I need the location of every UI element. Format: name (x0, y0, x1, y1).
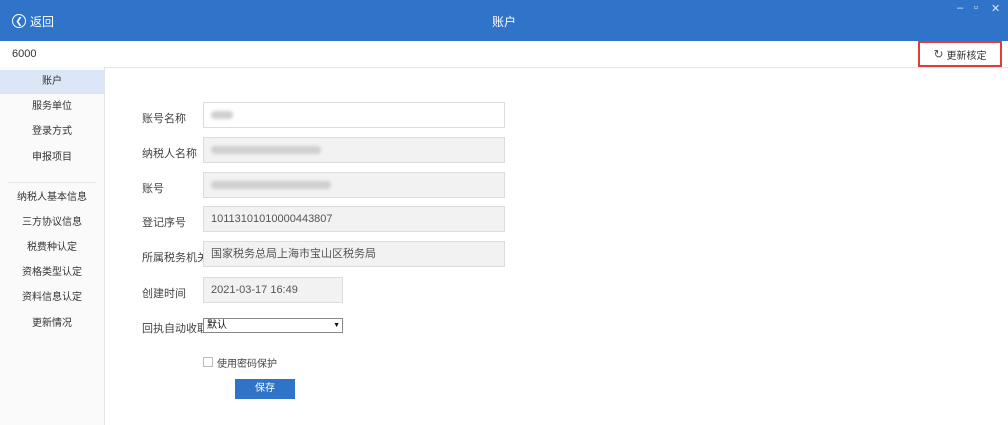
sidebar-item-service-unit[interactable]: 服务单位 (0, 95, 104, 119)
taxpayer-name-field (203, 137, 505, 163)
minimize-button[interactable]: – (957, 2, 963, 14)
account-name-label: 账号名称 (142, 113, 186, 125)
save-button[interactable]: 保存 (235, 379, 295, 399)
sidebar-item-document-info[interactable]: 资料信息认定 (0, 286, 104, 310)
redacted-text (211, 111, 233, 120)
password-protection-checkbox[interactable] (203, 357, 213, 367)
password-protection-label: 使用密码保护 (217, 359, 277, 370)
sidebar-item-filing-items[interactable]: 申报项目 (0, 146, 104, 170)
sidebar-divider (8, 182, 96, 183)
sidebar-item-account[interactable]: 账户 (0, 70, 104, 94)
close-button[interactable]: ✕ (991, 2, 1000, 15)
update-approval-button[interactable]: ↻ 更新核定 (918, 41, 1002, 67)
registration-no-field: 10113101010000443807 (203, 206, 505, 232)
created-time-field: 2021-03-17 16:49 (203, 277, 343, 303)
sidebar: 账户 服务单位 登录方式 申报项目 纳税人基本信息 三方协议信息 税费种认定 资… (0, 67, 105, 425)
redacted-text (211, 146, 321, 155)
taxpayer-name-label: 纳税人名称 (142, 148, 197, 160)
update-approval-label: 更新核定 (946, 50, 987, 62)
account-number-label: 账号 (142, 183, 164, 195)
auto-receipt-label: 回执自动收取 (142, 323, 208, 335)
restore-button[interactable]: ▫ (974, 2, 978, 14)
account-id: 6000 (12, 48, 37, 60)
chevron-down-icon: ▼ (333, 322, 340, 329)
window-title: 账户 (491, 15, 516, 29)
sidebar-item-taxpayer-info[interactable]: 纳税人基本信息 (0, 186, 104, 210)
account-number-field (203, 172, 505, 198)
tax-office-field: 国家税务总局上海市宝山区税务局 (203, 241, 505, 267)
redacted-text (211, 181, 331, 190)
auto-receipt-value: 默认 (207, 320, 227, 331)
title-bar: ❮ 返回 账户 – ▫ ✕ (0, 0, 1008, 41)
account-name-field[interactable] (203, 102, 505, 128)
sidebar-item-login-method[interactable]: 登录方式 (0, 120, 104, 144)
sidebar-item-update-status[interactable]: 更新情况 (0, 312, 104, 336)
registration-no-label: 登记序号 (142, 217, 186, 229)
refresh-icon: ↻ (933, 47, 944, 61)
sub-bar: 6000 (0, 41, 1008, 68)
sidebar-item-tax-type[interactable]: 税费种认定 (0, 236, 104, 260)
auto-receipt-select[interactable]: 默认 ▼ (203, 318, 343, 333)
sidebar-item-tripartite-agreement[interactable]: 三方协议信息 (0, 211, 104, 235)
sidebar-item-qualification-type[interactable]: 资格类型认定 (0, 261, 104, 285)
created-time-label: 创建时间 (142, 288, 186, 300)
tax-office-label: 所属税务机关 (142, 252, 208, 264)
